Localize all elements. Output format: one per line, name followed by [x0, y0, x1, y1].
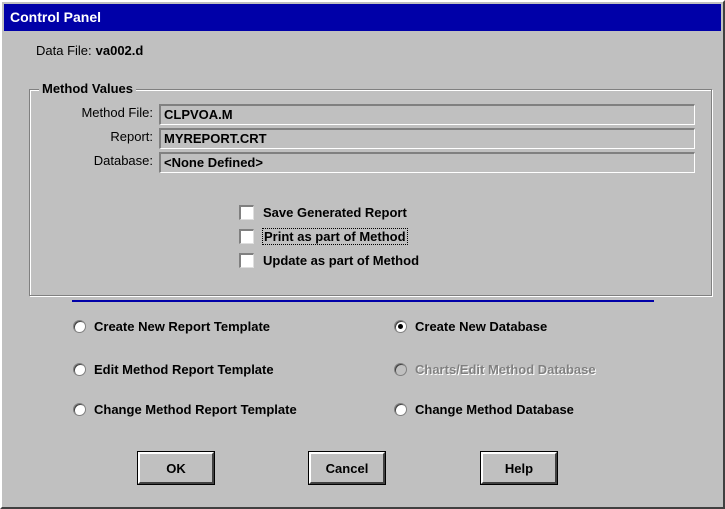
update-as-part-of-method-label: Update as part of Method	[263, 252, 420, 268]
change-method-report-template-label: Change Method Report Template	[94, 401, 297, 417]
cancel-button[interactable]: Cancel	[309, 452, 385, 484]
charts-edit-method-database-label: Charts/Edit Method Database	[415, 361, 596, 377]
database-field[interactable]: <None Defined>	[159, 152, 695, 173]
create-new-report-template-radio[interactable]: Create New Report Template	[73, 317, 270, 335]
report-field[interactable]: MYREPORT.CRT	[159, 128, 695, 149]
report-label: Report:	[110, 129, 153, 144]
method-values-legend: Method Values	[39, 81, 137, 97]
charts-edit-method-database-radio-icon	[394, 362, 407, 376]
data-file-label: Data File:	[36, 43, 92, 58]
save-generated-report-label: Save Generated Report	[263, 204, 407, 220]
change-method-database-radio[interactable]: Change Method Database	[394, 400, 574, 418]
print-as-part-of-method-checkbox[interactable]: Print as part of Method	[239, 227, 408, 245]
create-new-database-label: Create New Database	[415, 318, 548, 334]
database-label: Database:	[93, 153, 153, 168]
save-generated-report-checkbox[interactable]: Save Generated Report	[239, 203, 407, 221]
data-file-value: va002.d	[95, 43, 144, 58]
print-as-part-of-method-label: Print as part of Method	[262, 227, 408, 245]
change-method-report-template-radio-icon[interactable]	[73, 402, 86, 416]
create-new-database-radio-icon[interactable]	[394, 319, 407, 333]
change-method-database-label: Change Method Database	[415, 401, 574, 417]
edit-method-report-template-radio-icon[interactable]	[73, 362, 86, 376]
method-file-field[interactable]: CLPVOA.M	[159, 104, 695, 125]
create-new-report-template-radio-icon[interactable]	[73, 319, 86, 333]
window-title: Control Panel	[4, 4, 721, 31]
separator-line	[72, 300, 654, 302]
method-file-label: Method File:	[81, 105, 153, 120]
update-as-part-of-method-checkbox[interactable]: Update as part of Method	[239, 251, 419, 269]
help-button[interactable]: Help	[481, 452, 557, 484]
ok-button[interactable]: OK	[138, 452, 214, 484]
print-as-part-of-method-box[interactable]	[239, 228, 254, 244]
create-new-database-radio[interactable]: Create New Database	[394, 317, 547, 335]
data-file-row: Data File: va002.d	[36, 43, 143, 58]
charts-edit-method-database-radio: Charts/Edit Method Database	[394, 360, 596, 378]
create-new-report-template-label: Create New Report Template	[94, 318, 271, 334]
save-generated-report-box[interactable]	[239, 204, 254, 220]
edit-method-report-template-label: Edit Method Report Template	[94, 361, 274, 377]
change-method-report-template-radio[interactable]: Change Method Report Template	[73, 400, 297, 418]
edit-method-report-template-radio[interactable]: Edit Method Report Template	[73, 360, 274, 378]
change-method-database-radio-icon[interactable]	[394, 402, 407, 416]
update-as-part-of-method-box[interactable]	[239, 252, 254, 268]
